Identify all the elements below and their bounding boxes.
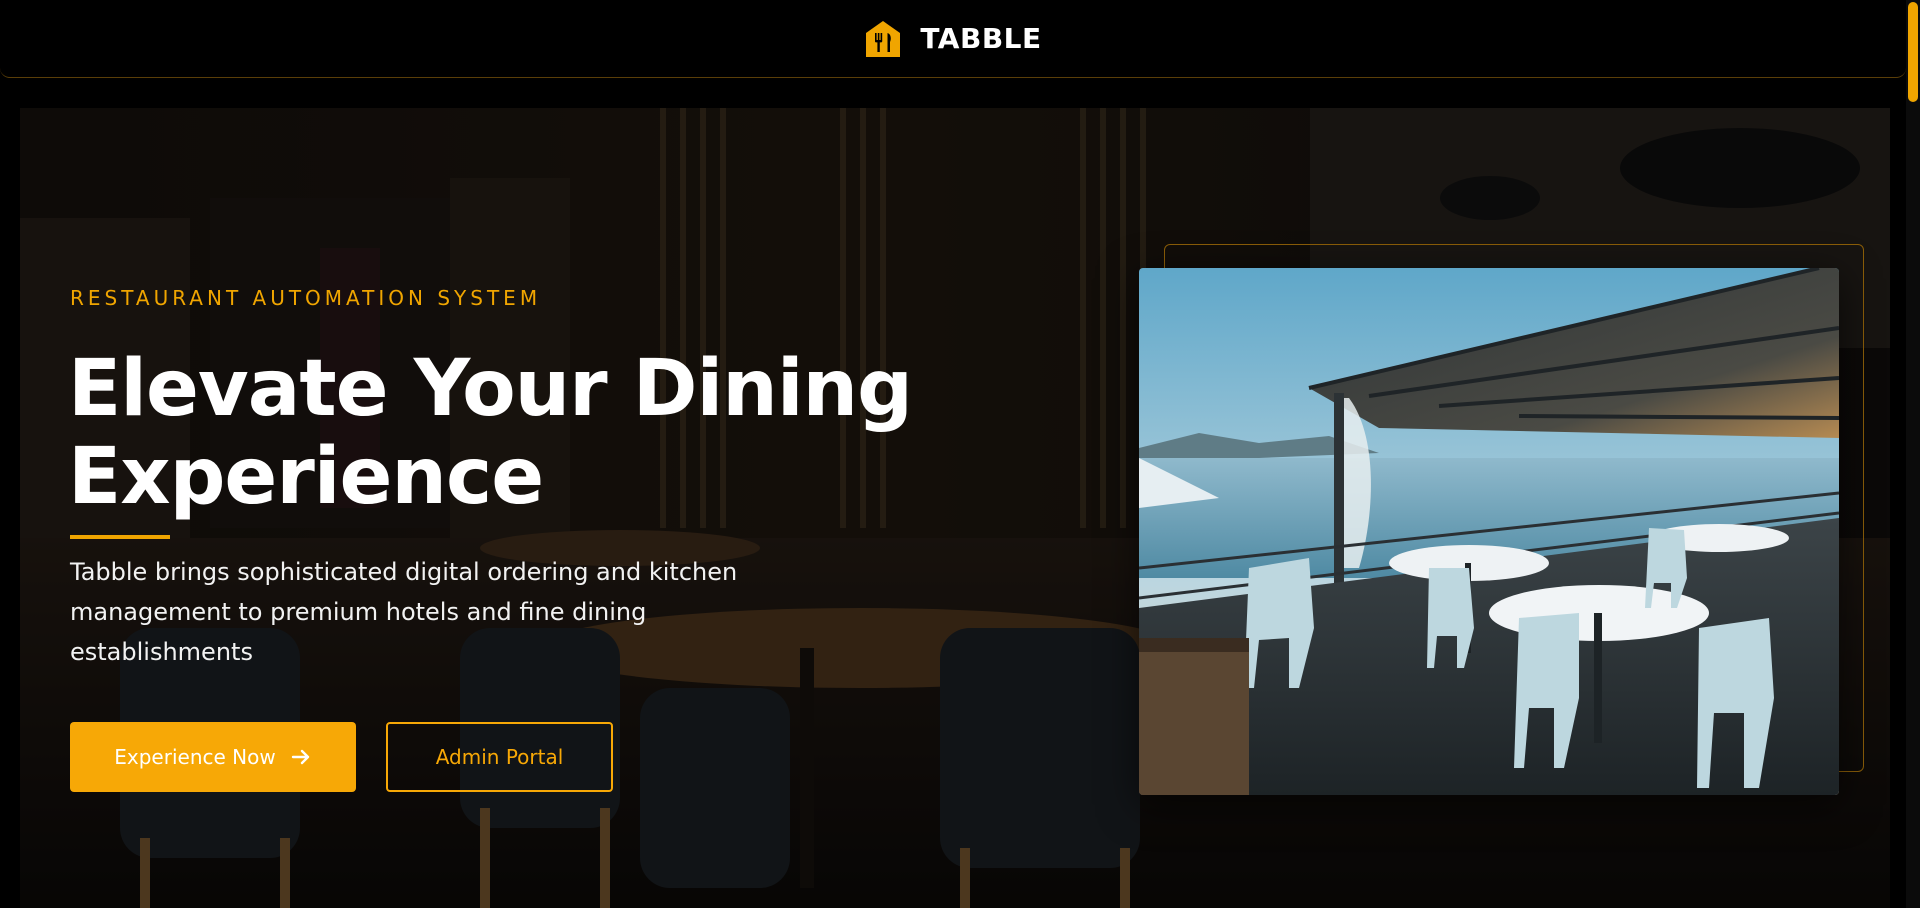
- page-scrollbar[interactable]: [1906, 0, 1920, 908]
- headline-accent-divider: [70, 535, 170, 539]
- scrollbar-thumb[interactable]: [1908, 2, 1918, 102]
- restaurant-house-cutlery-icon[interactable]: [864, 19, 902, 59]
- hero-description: Tabble brings sophisticated digital orde…: [70, 558, 738, 666]
- admin-portal-button[interactable]: Admin Portal: [386, 722, 613, 792]
- brand-name[interactable]: TABBLE: [920, 22, 1041, 55]
- experience-now-button[interactable]: Experience Now: [70, 722, 356, 792]
- admin-portal-label: Admin Portal: [435, 745, 564, 769]
- hero-eyebrow: RESTAURANT AUTOMATION SYSTEM: [70, 286, 542, 310]
- hero-headline-line1: Elevate Your Dining: [68, 344, 913, 434]
- hero-headline-line2: Experience: [68, 432, 544, 522]
- experience-now-label: Experience Now: [114, 745, 276, 769]
- arrow-right-icon: [291, 749, 309, 765]
- hero-headline: Elevate Your Dining Experience: [68, 345, 968, 521]
- waterfront-terrace-photo: [1139, 268, 1839, 795]
- page: TABBLE RESTAURANT AUTOMATION SYSTEM Elev…: [0, 0, 1920, 908]
- terrace-dining-image: [1139, 268, 1839, 795]
- site-header: TABBLE: [0, 0, 1906, 78]
